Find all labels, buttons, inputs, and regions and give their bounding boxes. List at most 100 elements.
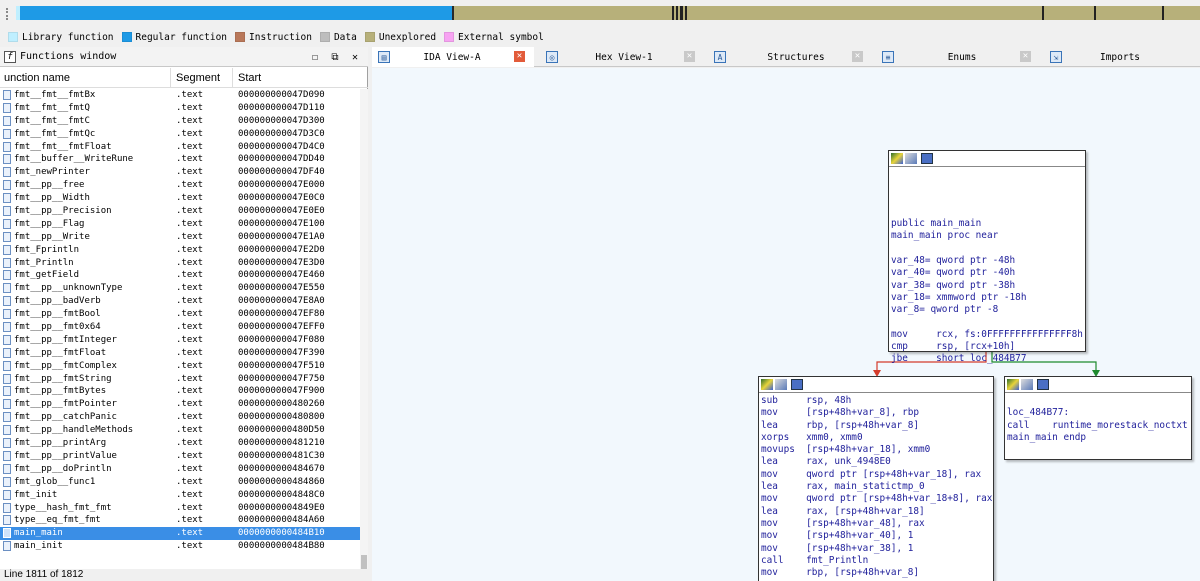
function-row[interactable]: fmt_Println .text 000000000047E3D0: [0, 257, 360, 270]
function-row[interactable]: fmt_getField .text 000000000047E460: [0, 269, 360, 282]
code-line[interactable]: lea rax, unk_4948E0: [761, 456, 991, 468]
function-row[interactable]: fmt__pp__printValue .text 0000000000481C30: [0, 450, 360, 463]
code-line[interactable]: mov [rsp+48h+var_40], 1: [761, 530, 991, 542]
node-code[interactable]: sub rsp, 48h mov [rsp+48h+var_8], rbp lea …: [759, 393, 993, 581]
function-row[interactable]: fmt__pp__fmtBool .text 000000000047EF80: [0, 308, 360, 321]
code-line[interactable]: xorps xmm0, xmm0: [761, 432, 991, 444]
function-row[interactable]: fmt__pp__Flag .text 000000000047E100: [0, 218, 360, 231]
code-line[interactable]: lea rax, [rsp+48h+var_18]: [761, 506, 991, 518]
tab-enums[interactable]: ≡ Enums ✕: [876, 47, 1038, 67]
tab-hex-view-1[interactable]: ◎ Hex View-1 ✕: [540, 47, 702, 67]
code-line[interactable]: mov [rsp+48h+var_38], 1: [761, 543, 991, 555]
function-row[interactable]: fmt__pp__fmtComplex .text 000000000047F510: [0, 360, 360, 373]
code-line[interactable]: [891, 169, 1083, 181]
code-line[interactable]: [891, 243, 1083, 255]
tab-imports[interactable]: ⇲ Imports: [1044, 47, 1200, 67]
float-window-icon[interactable]: ⧉: [328, 50, 342, 64]
function-row[interactable]: fmt__fmt__fmtQ .text 000000000047D110: [0, 102, 360, 115]
close-tab-icon[interactable]: ✕: [684, 51, 695, 62]
code-line[interactable]: var_48= qword ptr -48h: [891, 255, 1083, 267]
graph-node-morestack[interactable]: loc_484B77: call runtime_morestack_noctxt…: [1004, 376, 1192, 460]
code-line[interactable]: cmp rsp, [rcx+10h]: [891, 341, 1083, 353]
code-line[interactable]: var_38= qword ptr -38h: [891, 280, 1083, 292]
close-tab-icon[interactable]: ✕: [852, 51, 863, 62]
function-row[interactable]: main_init .text 0000000000484B80: [0, 540, 360, 553]
column-divider[interactable]: [170, 68, 171, 88]
function-row[interactable]: fmt__pp__fmtFloat .text 000000000047F390: [0, 347, 360, 360]
code-line[interactable]: mov qword ptr [rsp+48h+var_18+8], rax: [761, 493, 992, 505]
functions-scrollbar[interactable]: [360, 89, 368, 571]
code-line[interactable]: [891, 181, 1083, 193]
code-line[interactable]: movups [rsp+48h+var_18], xmm0: [761, 444, 991, 456]
code-line[interactable]: [1007, 395, 1189, 407]
function-row[interactable]: fmt__pp__free .text 000000000047E000: [0, 179, 360, 192]
code-line[interactable]: var_40= qword ptr -40h: [891, 267, 1083, 279]
function-row[interactable]: fmt_Fprintln .text 000000000047E2D0: [0, 244, 360, 257]
node-titlebar[interactable]: [759, 377, 993, 393]
code-line[interactable]: [891, 206, 1083, 218]
function-row[interactable]: fmt__buffer__WriteRune .text 000000000047D…: [0, 153, 360, 166]
column-header-start[interactable]: Start: [238, 72, 261, 84]
function-row[interactable]: fmt__fmt__fmtBx .text 000000000047D090: [0, 89, 360, 102]
graph-node-entry[interactable]: public main_main main_main proc near var_4…: [888, 150, 1086, 364]
column-header-name[interactable]: unction name: [4, 72, 70, 84]
function-row[interactable]: fmt_init .text 00000000004848C0: [0, 489, 360, 502]
node-graph-icon[interactable]: [775, 379, 787, 390]
close-tab-icon[interactable]: ✕: [1020, 51, 1031, 62]
code-line[interactable]: main_main proc near: [891, 230, 1083, 242]
node-titlebar[interactable]: [1005, 377, 1191, 393]
function-row[interactable]: fmt__pp__Precision .text 000000000047E0E0: [0, 205, 360, 218]
code-line[interactable]: loc_484B77:: [1007, 407, 1189, 419]
code-line[interactable]: jbe short loc_484B77: [891, 353, 1083, 365]
minimize-icon[interactable]: ☐: [308, 50, 322, 64]
navigation-strip[interactable]: [16, 6, 1200, 20]
code-line[interactable]: mov [rsp+48h+var_48], rax: [761, 518, 991, 530]
function-row[interactable]: fmt__pp__printArg .text 0000000000481210: [0, 437, 360, 450]
function-row[interactable]: fmt__fmt__fmtFloat .text 000000000047D4C0: [0, 141, 360, 154]
column-divider[interactable]: [232, 68, 233, 88]
code-line[interactable]: [891, 317, 1083, 329]
code-line[interactable]: lea rbp, [rsp+48h+var_8]: [761, 420, 991, 432]
code-line[interactable]: mov rbp, [rsp+48h+var_8]: [761, 567, 991, 579]
function-row[interactable]: fmt__pp__fmtString .text 000000000047F750: [0, 373, 360, 386]
code-line[interactable]: lea rax, main_statictmp_0: [761, 481, 991, 493]
function-row[interactable]: fmt__fmt__fmtQc .text 000000000047D3C0: [0, 128, 360, 141]
function-row[interactable]: type__eq_fmt_fmt .text 0000000000484A60: [0, 514, 360, 527]
function-row[interactable]: fmt_newPrinter .text 000000000047DF40: [0, 166, 360, 179]
function-row[interactable]: fmt__pp__unknownType .text 000000000047E55…: [0, 282, 360, 295]
toolbar-grip[interactable]: [6, 8, 8, 20]
function-row[interactable]: fmt__pp__doPrintln .text 0000000000484670: [0, 463, 360, 476]
code-line[interactable]: call runtime_morestack_noctxt: [1007, 420, 1189, 432]
code-line[interactable]: var_8= qword ptr -8: [891, 304, 1083, 316]
function-row[interactable]: fmt__pp__Write .text 000000000047E1A0: [0, 231, 360, 244]
node-code[interactable]: public main_main main_main proc near var_4…: [889, 167, 1085, 368]
function-row[interactable]: fmt__pp__badVerb .text 000000000047E8A0: [0, 295, 360, 308]
function-row[interactable]: fmt__pp__fmtInteger .text 000000000047F080: [0, 334, 360, 347]
tab-ida-view-a[interactable]: ▤ IDA View-A ✕: [372, 47, 534, 67]
column-header-segment[interactable]: Segment: [176, 72, 220, 84]
function-row[interactable]: fmt__pp__fmtBytes .text 000000000047F900: [0, 385, 360, 398]
function-row[interactable]: fmt__pp__fmtPointer .text 0000000000480260: [0, 398, 360, 411]
code-line[interactable]: mov qword ptr [rsp+48h+var_18], rax: [761, 469, 991, 481]
graph-node-body[interactable]: sub rsp, 48h mov [rsp+48h+var_8], rbp lea …: [758, 376, 994, 581]
node-color-icon[interactable]: [891, 153, 903, 164]
node-group-icon[interactable]: [791, 379, 803, 390]
function-row[interactable]: fmt__pp__catchPanic .text 0000000000480800: [0, 411, 360, 424]
function-row[interactable]: type__hash_fmt_fmt .text 00000000004849E0: [0, 502, 360, 515]
ida-graph-view[interactable]: public main_main main_main proc near var_4…: [372, 68, 1200, 581]
node-color-icon[interactable]: [1007, 379, 1019, 390]
node-graph-icon[interactable]: [905, 153, 917, 164]
code-line[interactable]: public main_main: [891, 218, 1083, 230]
close-icon[interactable]: ✕: [348, 50, 362, 64]
navigation-band[interactable]: [0, 0, 1200, 26]
node-group-icon[interactable]: [1037, 379, 1049, 390]
function-row[interactable]: fmt_glob__func1 .text 0000000000484860: [0, 476, 360, 489]
code-line[interactable]: sub rsp, 48h: [761, 395, 991, 407]
node-group-icon[interactable]: [921, 153, 933, 164]
function-row[interactable]: fmt__fmt__fmtC .text 000000000047D300: [0, 115, 360, 128]
code-line[interactable]: mov rcx, fs:0FFFFFFFFFFFFFFF8h: [891, 329, 1083, 341]
node-color-icon[interactable]: [761, 379, 773, 390]
node-graph-icon[interactable]: [1021, 379, 1033, 390]
code-line[interactable]: var_18= xmmword ptr -18h: [891, 292, 1083, 304]
code-line[interactable]: main_main endp: [1007, 432, 1189, 444]
